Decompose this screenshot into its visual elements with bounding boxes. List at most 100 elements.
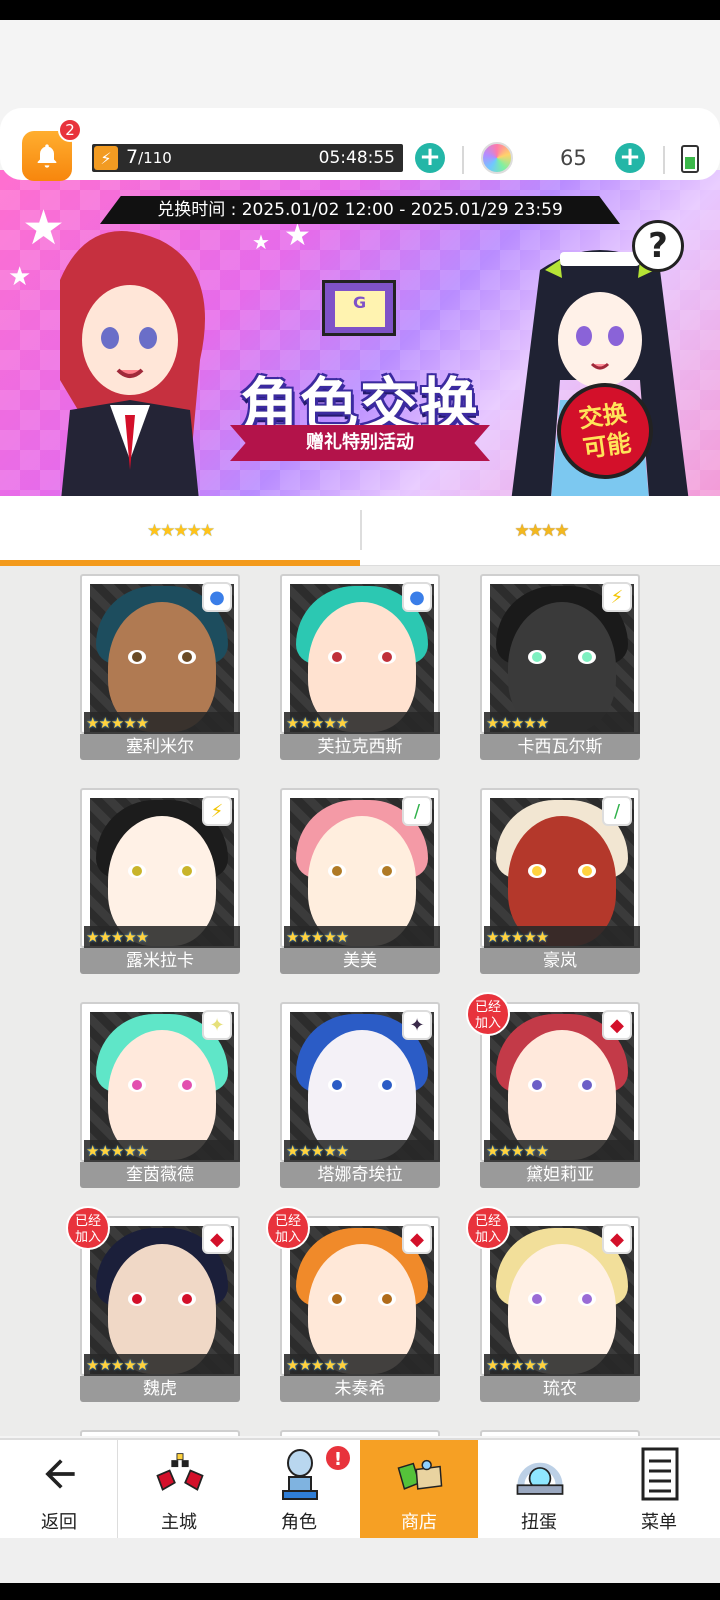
card-frame: ✦ ★★★★★ bbox=[280, 1002, 440, 1162]
character-card-partial[interactable] bbox=[80, 1430, 240, 1436]
portrait-eye bbox=[128, 650, 146, 664]
character-name: 魏虎 bbox=[80, 1376, 240, 1402]
nav-shop-label: 商店 bbox=[401, 1512, 437, 1533]
event-banner: ★ ★ ★ ★ 兑换时间 : 2025.01/02 12:00 - 2025.0… bbox=[0, 170, 720, 496]
element-icon: ✦ bbox=[402, 1010, 432, 1040]
card-frame: ● ★★★★★ bbox=[280, 574, 440, 734]
nav-town[interactable]: 主城 bbox=[120, 1440, 238, 1540]
character-card[interactable]: ◆ ★★★★★ 未奏希 已经 加入 bbox=[266, 1206, 440, 1402]
portrait-eye bbox=[328, 1078, 346, 1092]
joined-badge: 已经 加入 bbox=[466, 992, 510, 1036]
portrait-eye bbox=[328, 1292, 346, 1306]
notification-badge: 2 bbox=[58, 118, 82, 142]
card-frame: ⚡ ★★★★★ bbox=[480, 574, 640, 734]
gem-count: 65 bbox=[560, 146, 587, 170]
tab-label: ★★★★★ bbox=[146, 521, 215, 541]
joined-badge: 已经 加入 bbox=[466, 1206, 510, 1250]
add-stamina-button[interactable]: + bbox=[415, 143, 445, 173]
character-card[interactable]: / ★★★★★ 豪岚 bbox=[480, 788, 640, 974]
app-screen: ★ ★ ★ ★ 兑换时间 : 2025.01/02 12:00 - 2025.0… bbox=[0, 20, 720, 1583]
tab-5-star[interactable]: ★★★★★ bbox=[0, 496, 360, 566]
envelope-icon: G bbox=[322, 280, 396, 336]
element-icon: ◆ bbox=[602, 1010, 632, 1040]
character-card[interactable]: ● ★★★★★ 芙拉克西斯 bbox=[280, 574, 440, 760]
character-card[interactable]: ✦ ★★★★★ 塔娜奇埃拉 bbox=[280, 1002, 440, 1188]
card-frame: ⚡ ★★★★★ bbox=[80, 788, 240, 948]
banner-subtitle: 赠礼特别活动 bbox=[230, 425, 490, 461]
joined-label-2: 加入 bbox=[474, 1230, 501, 1245]
character-name: 豪岚 bbox=[480, 948, 640, 974]
portrait-eye bbox=[528, 1292, 546, 1306]
portrait-eye bbox=[328, 864, 346, 878]
card-frame bbox=[480, 1430, 640, 1436]
portrait-eye bbox=[578, 1292, 596, 1306]
add-gem-button[interactable]: + bbox=[615, 143, 645, 173]
character-name: 露米拉卡 bbox=[80, 948, 240, 974]
card-rarity-stars: ★★★★★ bbox=[484, 712, 640, 734]
character-card[interactable]: ✦ ★★★★★ 奎茵薇德 bbox=[80, 1002, 240, 1188]
character-name: 未奏希 bbox=[280, 1376, 440, 1402]
exchange-period: 兑换时间 : 2025.01/02 12:00 - 2025.01/29 23:… bbox=[100, 196, 620, 224]
portrait-eye bbox=[378, 1078, 396, 1092]
joined-label-2: 加入 bbox=[474, 1016, 501, 1031]
stamina-current: 7 bbox=[126, 146, 139, 168]
portrait-eye bbox=[128, 1292, 146, 1306]
portrait-eye bbox=[128, 864, 146, 878]
card-rarity-stars: ★★★★★ bbox=[84, 1140, 240, 1162]
character-card[interactable]: / ★★★★★ 美美 bbox=[280, 788, 440, 974]
stamina-max: /110 bbox=[138, 149, 172, 167]
character-card[interactable]: ◆ ★★★★★ 琉农 已经 加入 bbox=[466, 1206, 640, 1402]
character-card[interactable]: ● ★★★★★ 塞利米尔 bbox=[80, 574, 240, 760]
card-frame: ✦ ★★★★★ bbox=[80, 1002, 240, 1162]
card-frame bbox=[80, 1430, 240, 1436]
card-rarity-stars: ★★★★★ bbox=[284, 712, 440, 734]
star-decoration: ★ bbox=[8, 262, 32, 292]
tab-4-star[interactable]: ★★★★ bbox=[362, 496, 720, 566]
character-card[interactable]: ◆ ★★★★★ 魏虎 已经 加入 bbox=[66, 1206, 240, 1402]
character-card[interactable]: ⚡ ★★★★★ 卡西瓦尔斯 bbox=[480, 574, 640, 760]
divider bbox=[462, 146, 464, 174]
star-decoration: ★ bbox=[252, 230, 270, 254]
portrait-eye bbox=[578, 650, 596, 664]
portrait-eye bbox=[528, 864, 546, 878]
nav-menu-label: 菜单 bbox=[641, 1512, 677, 1533]
gem-icon bbox=[481, 142, 513, 174]
nav-character[interactable]: ! 角色 bbox=[240, 1440, 358, 1540]
card-frame: / ★★★★★ bbox=[280, 788, 440, 948]
portrait-eye bbox=[178, 864, 196, 878]
character-card[interactable]: ⚡ ★★★★★ 露米拉卡 bbox=[80, 788, 240, 974]
status-bar bbox=[0, 0, 720, 20]
character-name: 黛妲莉亚 bbox=[480, 1162, 640, 1188]
bottom-navigation: 返回 主城 ! 角色 商店 扭蛋 菜单 bbox=[0, 1438, 720, 1540]
character-card[interactable]: ◆ ★★★★★ 黛妲莉亚 已经 加入 bbox=[466, 992, 640, 1188]
help-button[interactable]: ? bbox=[632, 220, 684, 272]
character-card-partial[interactable] bbox=[480, 1430, 640, 1436]
element-icon: ⚡ bbox=[202, 796, 232, 826]
character-card-partial[interactable] bbox=[280, 1430, 440, 1436]
character-alert-badge: ! bbox=[324, 1444, 352, 1472]
character-name: 塞利米尔 bbox=[80, 734, 240, 760]
element-icon: ◆ bbox=[602, 1224, 632, 1254]
card-rarity-stars: ★★★★★ bbox=[484, 926, 640, 948]
banner-character-left bbox=[60, 231, 205, 496]
character-name: 琉农 bbox=[480, 1376, 640, 1402]
nav-back-label: 返回 bbox=[41, 1512, 77, 1533]
character-icon bbox=[274, 1448, 326, 1500]
joined-badge: 已经 加入 bbox=[66, 1206, 110, 1250]
character-name: 奎茵薇德 bbox=[80, 1162, 240, 1188]
card-rarity-stars: ★★★★★ bbox=[84, 712, 240, 734]
gacha-icon bbox=[514, 1448, 566, 1500]
character-name: 美美 bbox=[280, 948, 440, 974]
nav-shop[interactable]: 商店 bbox=[360, 1440, 478, 1540]
nav-menu[interactable]: 菜单 bbox=[600, 1440, 720, 1540]
character-name: 塔娜奇埃拉 bbox=[280, 1162, 440, 1188]
joined-label-2: 加入 bbox=[74, 1230, 101, 1245]
card-rarity-stars: ★★★★★ bbox=[484, 1354, 640, 1376]
card-rarity-stars: ★★★★★ bbox=[84, 926, 240, 948]
portrait-eye bbox=[528, 650, 546, 664]
nav-gacha[interactable]: 扭蛋 bbox=[480, 1440, 598, 1540]
portrait-eye bbox=[128, 1078, 146, 1092]
nav-back[interactable]: 返回 bbox=[0, 1440, 118, 1540]
nav-gacha-label: 扭蛋 bbox=[521, 1512, 557, 1533]
resource-bar: 2 ⚡ 7/110 05:48:55 + 65 + bbox=[0, 108, 720, 181]
